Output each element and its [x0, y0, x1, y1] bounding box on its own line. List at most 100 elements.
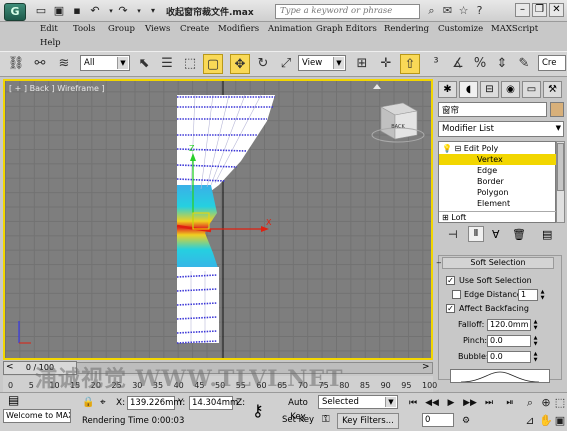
auto-key-button[interactable]: Auto Key — [281, 396, 315, 422]
angle-snap-icon[interactable]: ∡ — [448, 54, 468, 74]
menu-group[interactable]: Group — [108, 24, 135, 34]
search-binoculars-icon[interactable]: ⌕ — [424, 4, 439, 19]
spinner-arrows-icon[interactable]: ▲ ▼ — [532, 351, 539, 363]
remove-modifier-icon[interactable]: 🗑 — [512, 228, 526, 241]
play-icon[interactable]: ▶ — [443, 396, 459, 410]
minimize-icon[interactable]: – — [515, 3, 530, 17]
spinner-snap-icon[interactable]: ⇕ — [492, 54, 512, 74]
motion-tab-icon[interactable]: ◉ — [501, 81, 520, 98]
spinner-arrows-icon[interactable]: ▲ ▼ — [532, 319, 539, 331]
quick-access-dropdown-icon[interactable]: ▾ — [146, 4, 160, 18]
next-frame-icon[interactable]: ▶▶ — [462, 396, 478, 410]
viewport-back[interactable]: [ + ] Back ] Wireframe ] Z X BACK — [3, 79, 433, 360]
keyboard-shortcut-override-icon[interactable]: ⇧ — [400, 54, 420, 74]
close-icon[interactable]: ✕ — [549, 3, 564, 17]
key-mode-toggle-icon[interactable]: ⏯ — [502, 396, 518, 410]
redo-icon[interactable]: ↷ — [116, 4, 130, 18]
menu-graph-editors[interactable]: Graph Editors — [316, 24, 377, 34]
new-file-icon[interactable]: ▭ — [34, 4, 48, 18]
set-key-icon[interactable]: ⚷ — [252, 401, 264, 420]
redo-dropdown-icon[interactable]: ▾ — [132, 4, 146, 18]
object-name-field[interactable]: 窗帘 — [438, 102, 547, 117]
select-by-name-icon[interactable]: ☰ — [157, 54, 177, 74]
rectangular-selection-icon[interactable]: ⬚ — [180, 54, 200, 74]
affect-backfacing-checkbox[interactable]: ✓ — [446, 304, 455, 313]
menu-maxscript[interactable]: MAXScript — [491, 24, 538, 34]
undo-icon[interactable]: ↶ — [88, 4, 102, 18]
utilities-tab-icon[interactable]: ⚒ — [543, 81, 562, 98]
edge-distance-checkbox[interactable] — [452, 290, 461, 299]
pinch-spinner[interactable]: 0.0 — [487, 335, 531, 347]
hierarchy-tab-icon[interactable]: ⊟ — [480, 81, 499, 98]
modifier-list-dropdown[interactable]: Modifier List ▼ — [438, 121, 564, 137]
select-and-move-icon[interactable]: ✥ — [230, 54, 250, 74]
show-end-result-icon[interactable]: Ⅱ — [468, 226, 484, 242]
falloff-spinner[interactable]: 120.0mm — [487, 319, 531, 331]
lightbulb-icon[interactable]: 💡 — [442, 144, 452, 153]
key-icon[interactable]: ⚿ — [322, 414, 330, 425]
mini-curve-editor-icon[interactable]: ▤ — [8, 393, 19, 407]
percent-snap-icon[interactable]: % — [470, 54, 490, 74]
soft-selection-title[interactable]: Soft Selection — [442, 257, 554, 269]
stack-item-border[interactable]: Border — [439, 176, 557, 187]
field-of-view-icon[interactable]: ⊿ — [522, 414, 538, 428]
selection-filter-dropdown[interactable]: All ▼ — [80, 55, 130, 71]
help-icon[interactable]: ? — [472, 4, 487, 19]
rollout-collapse-icon[interactable]: − — [436, 259, 442, 267]
create-tab-icon[interactable]: ✱ — [438, 81, 457, 98]
use-pivot-point-icon[interactable]: ⊞ — [352, 54, 372, 74]
menu-modifiers[interactable]: Modifiers — [218, 24, 259, 34]
unlink-selection-icon[interactable]: ⚯ — [30, 54, 50, 74]
menu-create[interactable]: Create — [180, 24, 209, 34]
modify-tab-icon[interactable]: ◖ — [459, 81, 478, 98]
menu-rendering[interactable]: Rendering — [384, 24, 429, 34]
key-mode-dropdown[interactable]: Selected ▼ — [318, 395, 398, 409]
slider-next-icon[interactable]: > — [422, 362, 430, 372]
communication-center-icon[interactable]: ✉ — [440, 4, 455, 19]
menu-customize[interactable]: Customize — [438, 24, 483, 34]
edge-distance-spinner[interactable]: 1 — [518, 289, 538, 301]
configure-modifier-sets-icon[interactable]: ▤ — [542, 228, 552, 241]
make-unique-icon[interactable]: ∀ — [492, 228, 500, 241]
edit-named-selection-icon[interactable]: ✎ — [514, 54, 534, 74]
absolute-mode-icon[interactable]: ⌖ — [100, 397, 106, 408]
window-crossing-icon[interactable]: ▢ — [203, 54, 223, 74]
select-and-manipulate-icon[interactable]: ✛ — [376, 54, 396, 74]
favorites-star-icon[interactable]: ☆ — [456, 4, 471, 19]
named-selection-sets-input[interactable]: Cre — [538, 55, 566, 71]
x-coord-field[interactable]: 139.226mm — [127, 396, 182, 410]
previous-frame-icon[interactable]: ◀◀ — [424, 396, 440, 410]
y-coord-field[interactable]: 14.304mm — [189, 396, 238, 410]
save-file-icon[interactable]: ▪ — [70, 4, 84, 18]
reference-coordinate-dropdown[interactable]: View ▼ — [298, 55, 346, 71]
time-configuration-icon[interactable]: ⚙ — [458, 414, 474, 428]
select-and-rotate-icon[interactable]: ↻ — [253, 54, 273, 74]
stack-item-edit-poly[interactable]: 💡 ⊟ Edit Poly — [439, 143, 557, 154]
stack-item-vertex[interactable]: Vertex — [439, 154, 557, 165]
menu-animation[interactable]: Animation — [268, 24, 312, 34]
stack-item-polygon[interactable]: Polygon — [439, 187, 557, 198]
go-to-end-icon[interactable]: ⏭ — [481, 396, 497, 410]
search-input[interactable]: Type a keyword or phrase — [275, 4, 420, 19]
slider-prev-icon[interactable]: < — [6, 362, 14, 372]
snaps-toggle-icon[interactable]: ³ — [426, 54, 446, 74]
maximize-viewport-icon[interactable]: ▣ — [552, 414, 567, 428]
zoom-icon[interactable]: ⌕ — [522, 396, 538, 410]
stack-scrollbar-thumb[interactable] — [557, 143, 564, 191]
current-frame-field[interactable]: 0 — [422, 413, 454, 427]
stack-item-edge[interactable]: Edge — [439, 165, 557, 176]
open-file-icon[interactable]: ▣ — [52, 4, 66, 18]
bind-to-space-warp-icon[interactable]: ≋ — [54, 54, 74, 74]
bubble-spinner[interactable]: 0.0 — [487, 351, 531, 363]
pin-stack-icon[interactable]: ⊣ — [448, 228, 458, 241]
spinner-arrows-icon[interactable]: ▲ ▼ — [539, 289, 546, 301]
lock-selection-icon[interactable]: 🔒 — [82, 397, 94, 408]
set-key-button[interactable]: Set Key — [281, 413, 315, 429]
zoom-extents-icon[interactable]: ⬚ — [552, 396, 567, 410]
stack-item-element[interactable]: Element — [439, 198, 557, 209]
spinner-arrows-icon[interactable]: ▲ ▼ — [532, 335, 539, 347]
display-tab-icon[interactable]: ▭ — [522, 81, 541, 98]
go-to-start-icon[interactable]: ⏮ — [405, 396, 421, 410]
stack-item-loft[interactable]: ⊞ Loft — [439, 211, 557, 222]
menu-tools[interactable]: Tools — [73, 24, 95, 34]
